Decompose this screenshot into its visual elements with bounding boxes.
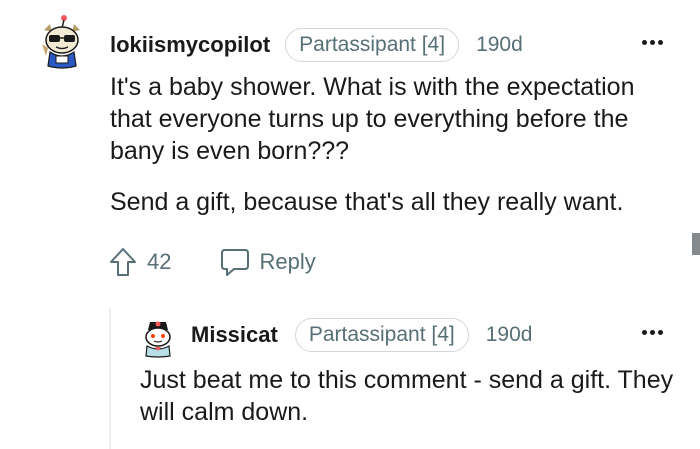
comment-age: 190d: [485, 323, 533, 346]
reply-label: Reply: [259, 249, 316, 274]
comment-header: lokiismycopilot Partassipant [4] 190d: [110, 28, 523, 62]
comment-body-paragraph: Just beat me to this comment - send a gi…: [140, 366, 674, 426]
avatar-reply[interactable]: [140, 318, 176, 358]
more-horizontal-icon: [642, 330, 647, 335]
upvote-arrow-icon: [110, 248, 136, 276]
user-flair: Partassipant [4]: [285, 28, 460, 62]
snoo-hat-avatar-icon: [145, 321, 171, 358]
avatar-top[interactable]: [38, 14, 86, 70]
username[interactable]: Missicat: [191, 322, 278, 348]
upvote-button[interactable]: [108, 246, 138, 278]
comment-top: lokiismycopilot Partassipant [4] 190d It…: [0, 0, 700, 300]
comment-header: Missicat Partassipant [4] 190d: [191, 318, 532, 352]
username[interactable]: lokiismycopilot: [110, 32, 270, 58]
comment-body-paragraph: Send a gift, because that's all they rea…: [110, 188, 624, 216]
speech-bubble-icon: [221, 249, 250, 276]
comment-reply: Missicat Partassipant [4] 190d Just beat…: [0, 300, 700, 449]
comment-body-paragraph: It's a baby shower. What is with the exp…: [110, 73, 635, 165]
comment-age: 190d: [476, 33, 523, 56]
more-options-button[interactable]: [642, 330, 663, 335]
scrollbar-thumb[interactable]: [692, 233, 700, 255]
comment-actions: 42 Reply: [108, 245, 316, 279]
snoo-sunglasses-avatar-icon: [42, 15, 80, 69]
user-flair: Partassipant [4]: [294, 318, 469, 352]
more-options-button[interactable]: [642, 40, 663, 45]
reply-button[interactable]: Reply: [219, 247, 316, 277]
more-horizontal-icon: [642, 40, 647, 45]
vote-count: 42: [147, 249, 172, 274]
